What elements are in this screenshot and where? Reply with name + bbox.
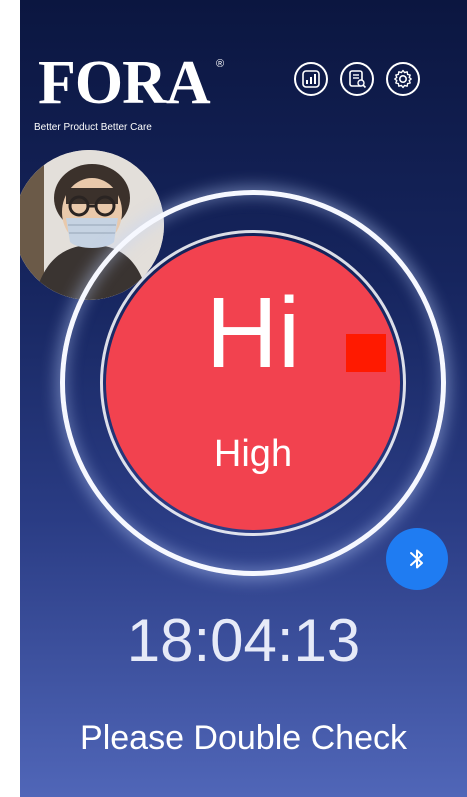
settings-icon [394, 69, 412, 89]
report-icon [349, 70, 367, 89]
red-marker [346, 334, 386, 372]
fora-logo: FORA [38, 49, 211, 117]
chart-button[interactable] [294, 62, 328, 96]
report-button[interactable] [340, 62, 374, 96]
registered-mark: ® [216, 58, 225, 70]
settings-button[interactable] [386, 62, 420, 96]
status-message: Please Double Check [80, 719, 407, 757]
measurement-time: 18:04:13 [126, 607, 361, 674]
bluetooth-icon [410, 549, 423, 569]
reading-display: Hi High [106, 236, 400, 530]
bluetooth-button[interactable] [386, 528, 448, 590]
brand-tagline: Better Product Better Care [34, 122, 152, 133]
reading-level: High [213, 433, 293, 475]
app-screen: FORA ® Better Product Better Care Hi Hig… [20, 0, 467, 797]
left-margin [0, 0, 20, 797]
toolbar [294, 62, 420, 96]
chart-icon [302, 70, 320, 88]
